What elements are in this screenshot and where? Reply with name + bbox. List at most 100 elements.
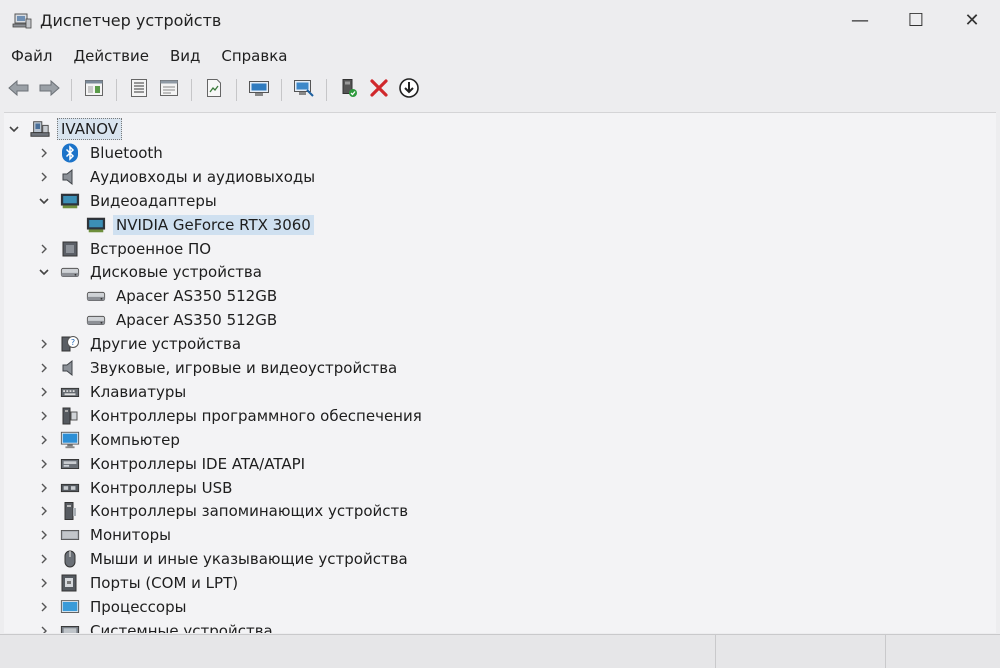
- tree-item-label: Мониторы: [90, 526, 171, 545]
- scan-hardware-button[interactable]: [246, 77, 272, 103]
- port-icon: [60, 573, 80, 593]
- toolbar-separator: [116, 79, 117, 101]
- tree-category[interactable]: Дисковые устройства: [36, 260, 265, 284]
- tree-category[interactable]: Контроллеры программного обеспечения: [36, 404, 425, 428]
- properties-icon: [129, 78, 149, 102]
- chevron-right-icon[interactable]: [36, 169, 52, 185]
- chevron-right-icon[interactable]: [36, 360, 52, 376]
- mouse-icon: [60, 549, 80, 569]
- tree-item-label: Мыши и иные указывающие устройства: [90, 550, 408, 569]
- title-bar[interactable]: Диспетчер устройств — ☐ ✕: [0, 0, 1000, 40]
- tree-item-label: Контроллеры IDE ATA/ATAPI: [90, 454, 306, 473]
- tree-category[interactable]: Контроллеры запоминающих устройств: [36, 499, 411, 523]
- tree-category[interactable]: Встроенное ПО: [36, 237, 214, 261]
- help-pane-button[interactable]: [156, 77, 182, 103]
- menu-help[interactable]: Справка: [210, 43, 297, 69]
- menu-action[interactable]: Действие: [62, 43, 159, 69]
- download-button[interactable]: [396, 77, 422, 103]
- display-adapter-icon: [86, 215, 106, 235]
- chevron-right-icon[interactable]: [36, 599, 52, 615]
- chevron-right-icon[interactable]: [36, 336, 52, 352]
- forward-button[interactable]: [36, 77, 62, 103]
- device-tree[interactable]: IVANOV Bluetooth Аудиовходы и аудиовыходы В…: [4, 112, 996, 633]
- tree-category[interactable]: Клавиатуры: [36, 380, 189, 404]
- tree-category[interactable]: Мыши и иные указывающие устройства: [36, 547, 411, 571]
- tree-category[interactable]: Мониторы: [36, 523, 174, 547]
- tree-category[interactable]: Контроллеры USB: [36, 476, 235, 500]
- tree-category[interactable]: Аудиовходы и аудиовыходы: [36, 165, 318, 189]
- close-button[interactable]: ✕: [944, 0, 1000, 40]
- tree-item-label: Компьютер: [90, 430, 180, 449]
- minimize-icon: —: [851, 9, 869, 31]
- chevron-down-icon[interactable]: [6, 121, 22, 137]
- disk-drive-icon: [86, 286, 106, 306]
- tree-category[interactable]: Контроллеры IDE ATA/ATAPI: [36, 452, 308, 476]
- monitor-bar-icon: [60, 525, 80, 545]
- keyboard-icon: [60, 382, 80, 402]
- tree-item-label: Встроенное ПО: [90, 239, 212, 258]
- chevron-right-icon[interactable]: [36, 384, 52, 400]
- menu-view[interactable]: Вид: [159, 43, 210, 69]
- chevron-right-icon[interactable]: [36, 456, 52, 472]
- tree-category[interactable]: Системные устройства: [36, 619, 276, 633]
- chevron-right-icon[interactable]: [36, 503, 52, 519]
- tree-item-label: Другие устройства: [90, 335, 242, 354]
- tree-item-label: Контроллеры запоминающих устройств: [90, 502, 409, 521]
- console-tree-button[interactable]: [81, 77, 107, 103]
- chevron-down-icon[interactable]: [36, 193, 52, 209]
- close-icon: ✕: [964, 9, 980, 31]
- tree-root-node[interactable]: IVANOV: [6, 117, 123, 141]
- chevron-right-icon[interactable]: [36, 145, 52, 161]
- speaker-icon: [60, 358, 80, 378]
- ide-controller-icon: [60, 454, 80, 474]
- tree-item-label: Аудиовходы и аудиовыходы: [90, 167, 316, 186]
- svg-text:?: ?: [71, 338, 75, 347]
- update-driver-button[interactable]: [291, 77, 317, 103]
- chevron-right-icon[interactable]: [36, 408, 52, 424]
- bluetooth-icon: [60, 143, 80, 163]
- tree-category[interactable]: Компьютер: [36, 428, 183, 452]
- tree-item-label: Видеоадаптеры: [90, 191, 217, 210]
- tree-category[interactable]: Порты (COM и LPT): [36, 571, 241, 595]
- tree-device[interactable]: Apacer AS350 512GB: [62, 284, 280, 308]
- chevron-right-icon[interactable]: [36, 432, 52, 448]
- maximize-button[interactable]: ☐: [888, 0, 944, 40]
- chevron-down-icon[interactable]: [36, 264, 52, 280]
- minimize-button[interactable]: —: [832, 0, 888, 40]
- uninstall-device-button[interactable]: [366, 77, 392, 103]
- back-button[interactable]: [6, 77, 32, 103]
- menu-file[interactable]: Файл: [0, 43, 62, 69]
- tree-category[interactable]: Bluetooth: [36, 141, 166, 165]
- chevron-right-icon[interactable]: [36, 575, 52, 591]
- tree-device[interactable]: NVIDIA GeForce RTX 3060: [62, 213, 314, 237]
- chevron-right-icon[interactable]: [36, 527, 52, 543]
- device-manager-window: Диспетчер устройств — ☐ ✕ Файл Действие …: [0, 0, 1000, 668]
- tree-device[interactable]: Apacer AS350 512GB: [62, 308, 280, 332]
- chevron-right-icon[interactable]: [36, 623, 52, 633]
- chevron-right-icon[interactable]: [36, 241, 52, 257]
- tree-item-label: Порты (COM и LPT): [90, 574, 239, 593]
- chevron-right-icon[interactable]: [36, 551, 52, 567]
- tree-category[interactable]: Видеоадаптеры: [36, 189, 220, 213]
- properties-button[interactable]: [126, 77, 152, 103]
- tree-item-label: Контроллеры USB: [90, 478, 233, 497]
- back-arrow-icon: [8, 79, 30, 101]
- chevron-right-icon[interactable]: [36, 480, 52, 496]
- window-controls: — ☐ ✕: [832, 0, 1000, 40]
- tree-item-label: Контроллеры программного обеспечения: [90, 406, 422, 425]
- scan-hardware-icon: [248, 78, 270, 102]
- export-button[interactable]: [201, 77, 227, 103]
- enable-device-button[interactable]: [336, 77, 362, 103]
- tree-item-label: IVANOV: [57, 118, 123, 140]
- uninstall-device-icon: [369, 78, 389, 102]
- speaker-icon: [60, 167, 80, 187]
- status-bar: [0, 634, 1000, 668]
- tree-category[interactable]: Процессоры: [36, 595, 189, 619]
- display-adapter-icon: [60, 191, 80, 211]
- tree-category[interactable]: ? Другие устройства: [36, 332, 244, 356]
- device-manager-app-icon: [12, 10, 32, 30]
- tree-category[interactable]: Звуковые, игровые и видеоустройства: [36, 356, 400, 380]
